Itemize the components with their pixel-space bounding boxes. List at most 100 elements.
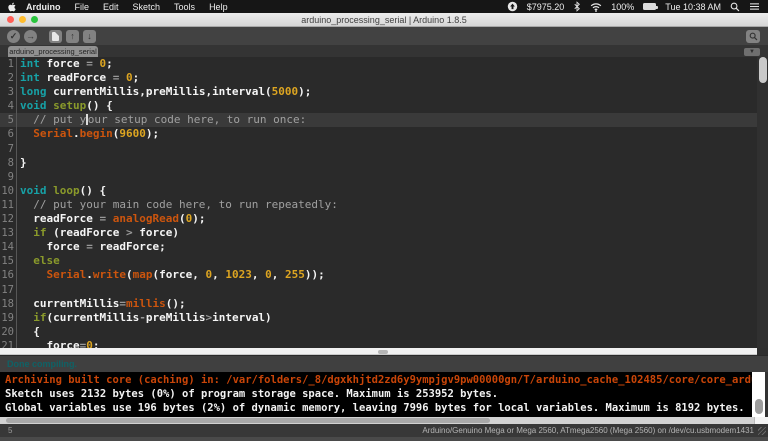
code-text: force = readForce; [20, 240, 166, 253]
code-lines: 1int force = 0;2int readForce = 0;3long … [0, 57, 757, 348]
editor-horizontal-scrollbar[interactable] [0, 348, 757, 355]
line-number: 19 [0, 311, 17, 325]
open-sketch-button[interactable]: ↑ [66, 30, 79, 43]
code-line[interactable]: 7 [0, 142, 757, 156]
wifi-icon[interactable] [590, 2, 602, 12]
editor-horizontal-scroll-thumb[interactable] [378, 350, 388, 354]
window-resize-grip[interactable] [758, 427, 766, 435]
code-line[interactable]: 10void loop() { [0, 184, 757, 198]
code-line[interactable]: 6 Serial.begin(9600); [0, 127, 757, 141]
code-text: void setup() { [20, 99, 113, 112]
menu-item-help[interactable]: Help [209, 2, 228, 12]
code-text: readForce = analogRead(0); [20, 212, 205, 225]
menu-item-tools[interactable]: Tools [174, 2, 195, 12]
upload-button[interactable]: → [24, 30, 37, 43]
line-number: 21 [0, 339, 17, 348]
stock-ticker[interactable]: $7975.20 [527, 2, 565, 12]
menu-item-edit[interactable]: Edit [103, 2, 119, 12]
window-title-bar: arduino_processing_serial | Arduino 1.8.… [0, 13, 768, 27]
code-text: currentMillis=millis(); [20, 297, 186, 310]
code-text: else [20, 254, 60, 267]
line-number: 12 [0, 212, 17, 226]
console-line: Archiving built core (caching) in: /var/… [5, 374, 752, 388]
line-number: 4 [0, 99, 17, 113]
menu-item-file[interactable]: File [75, 2, 90, 12]
code-text: void loop() { [20, 184, 106, 197]
apple-menu-icon[interactable] [8, 2, 16, 12]
editor-vertical-scrollbar[interactable] [757, 57, 768, 348]
code-text: Serial.write(map(force, 0, 1023, 0, 255)… [20, 268, 325, 281]
magnifier-icon [749, 32, 758, 41]
code-text: } [20, 156, 27, 169]
cloud-upload-icon[interactable] [507, 1, 518, 12]
tab-menu-button[interactable]: ▼ [744, 48, 760, 56]
code-text: Serial.begin(9600); [20, 127, 159, 140]
code-line[interactable]: 19 if(currentMillis-preMillis>interval) [0, 311, 757, 325]
cursor-line-indicator: 5 [8, 426, 12, 435]
code-line[interactable]: 20 { [0, 325, 757, 339]
line-number: 14 [0, 240, 17, 254]
notification-center-icon[interactable] [749, 2, 760, 11]
code-text: if(currentMillis-preMillis>interval) [20, 311, 272, 324]
code-text: force=0; [20, 339, 99, 348]
code-line[interactable]: 1int force = 0; [0, 57, 757, 71]
code-line[interactable]: 18 currentMillis=millis(); [0, 297, 757, 311]
compile-status-strip: Done compiling. [0, 355, 768, 372]
window-bottom-edge [0, 437, 768, 441]
save-sketch-button[interactable]: ↓ [83, 30, 96, 43]
sketch-tab[interactable]: arduino_processing_serial [8, 46, 98, 57]
up-arrow-icon: ↑ [70, 31, 75, 41]
bottom-status-bar: 5 Arduino/Genuino Mega or Mega 2560, ATm… [0, 424, 768, 437]
line-number: 20 [0, 325, 17, 339]
line-number: 6 [0, 127, 17, 141]
down-arrow-icon: ↓ [87, 31, 92, 41]
menu-app-name[interactable]: Arduino [26, 2, 61, 12]
line-number: 2 [0, 71, 17, 85]
code-line[interactable]: 11 // put your main code here, to run re… [0, 198, 757, 212]
console-vertical-scroll-thumb[interactable] [755, 399, 763, 414]
code-line[interactable]: 8} [0, 156, 757, 170]
spotlight-search-icon[interactable] [730, 2, 740, 12]
code-line[interactable]: 15 else [0, 254, 757, 268]
menubar-clock[interactable]: Tue 10:38 AM [665, 2, 721, 12]
serial-monitor-button[interactable] [746, 30, 760, 43]
code-line[interactable]: 16 Serial.write(map(force, 0, 1023, 0, 2… [0, 268, 757, 282]
line-number: 1 [0, 57, 17, 71]
verify-button[interactable]: ✓ [7, 30, 20, 43]
editor-vertical-scroll-thumb[interactable] [759, 57, 767, 83]
code-editor[interactable]: 1int force = 0;2int readForce = 0;3long … [0, 57, 768, 348]
board-port-label: Arduino/Genuino Mega or Mega 2560, ATmeg… [422, 426, 754, 435]
new-sketch-button[interactable] [49, 30, 62, 43]
line-number: 7 [0, 142, 17, 156]
menu-item-sketch[interactable]: Sketch [133, 2, 161, 12]
line-number: 15 [0, 254, 17, 268]
code-text: int force = 0; [20, 57, 113, 70]
line-number: 9 [0, 170, 17, 184]
battery-percent-label: 100% [611, 2, 634, 12]
console-horizontal-scroll-thumb[interactable] [6, 418, 490, 423]
code-text: int readForce = 0; [20, 71, 139, 84]
line-number: 17 [0, 283, 17, 297]
ide-toolbar: ✓ → ↑ ↓ [0, 27, 768, 45]
battery-icon[interactable] [643, 3, 656, 10]
code-line[interactable]: 13 if (readForce > force) [0, 226, 757, 240]
code-line[interactable]: 4void setup() { [0, 99, 757, 113]
console-vertical-scrollbar[interactable] [752, 372, 765, 417]
chevron-down-icon: ▼ [749, 49, 755, 55]
line-number: 10 [0, 184, 17, 198]
console-horizontal-scrollbar[interactable] [0, 417, 768, 424]
code-line[interactable]: 5 // put your setup code here, to run on… [0, 113, 757, 127]
code-line[interactable]: 3long currentMillis,preMillis,interval(5… [0, 85, 757, 99]
code-line[interactable]: 21 force=0; [0, 339, 757, 348]
code-line[interactable]: 2int readForce = 0; [0, 71, 757, 85]
code-line[interactable]: 17 [0, 283, 757, 297]
console-panel: Archiving built core (caching) in: /var/… [0, 372, 768, 417]
code-line[interactable]: 9 [0, 170, 757, 184]
line-number: 3 [0, 85, 17, 99]
bluetooth-icon[interactable] [573, 1, 581, 12]
code-line[interactable]: 14 force = readForce; [0, 240, 757, 254]
code-line[interactable]: 12 readForce = analogRead(0); [0, 212, 757, 226]
checkmark-icon: ✓ [10, 31, 18, 42]
console-line: Sketch uses 2132 bytes (0%) of program s… [5, 388, 752, 402]
window-title: arduino_processing_serial | Arduino 1.8.… [0, 15, 768, 25]
